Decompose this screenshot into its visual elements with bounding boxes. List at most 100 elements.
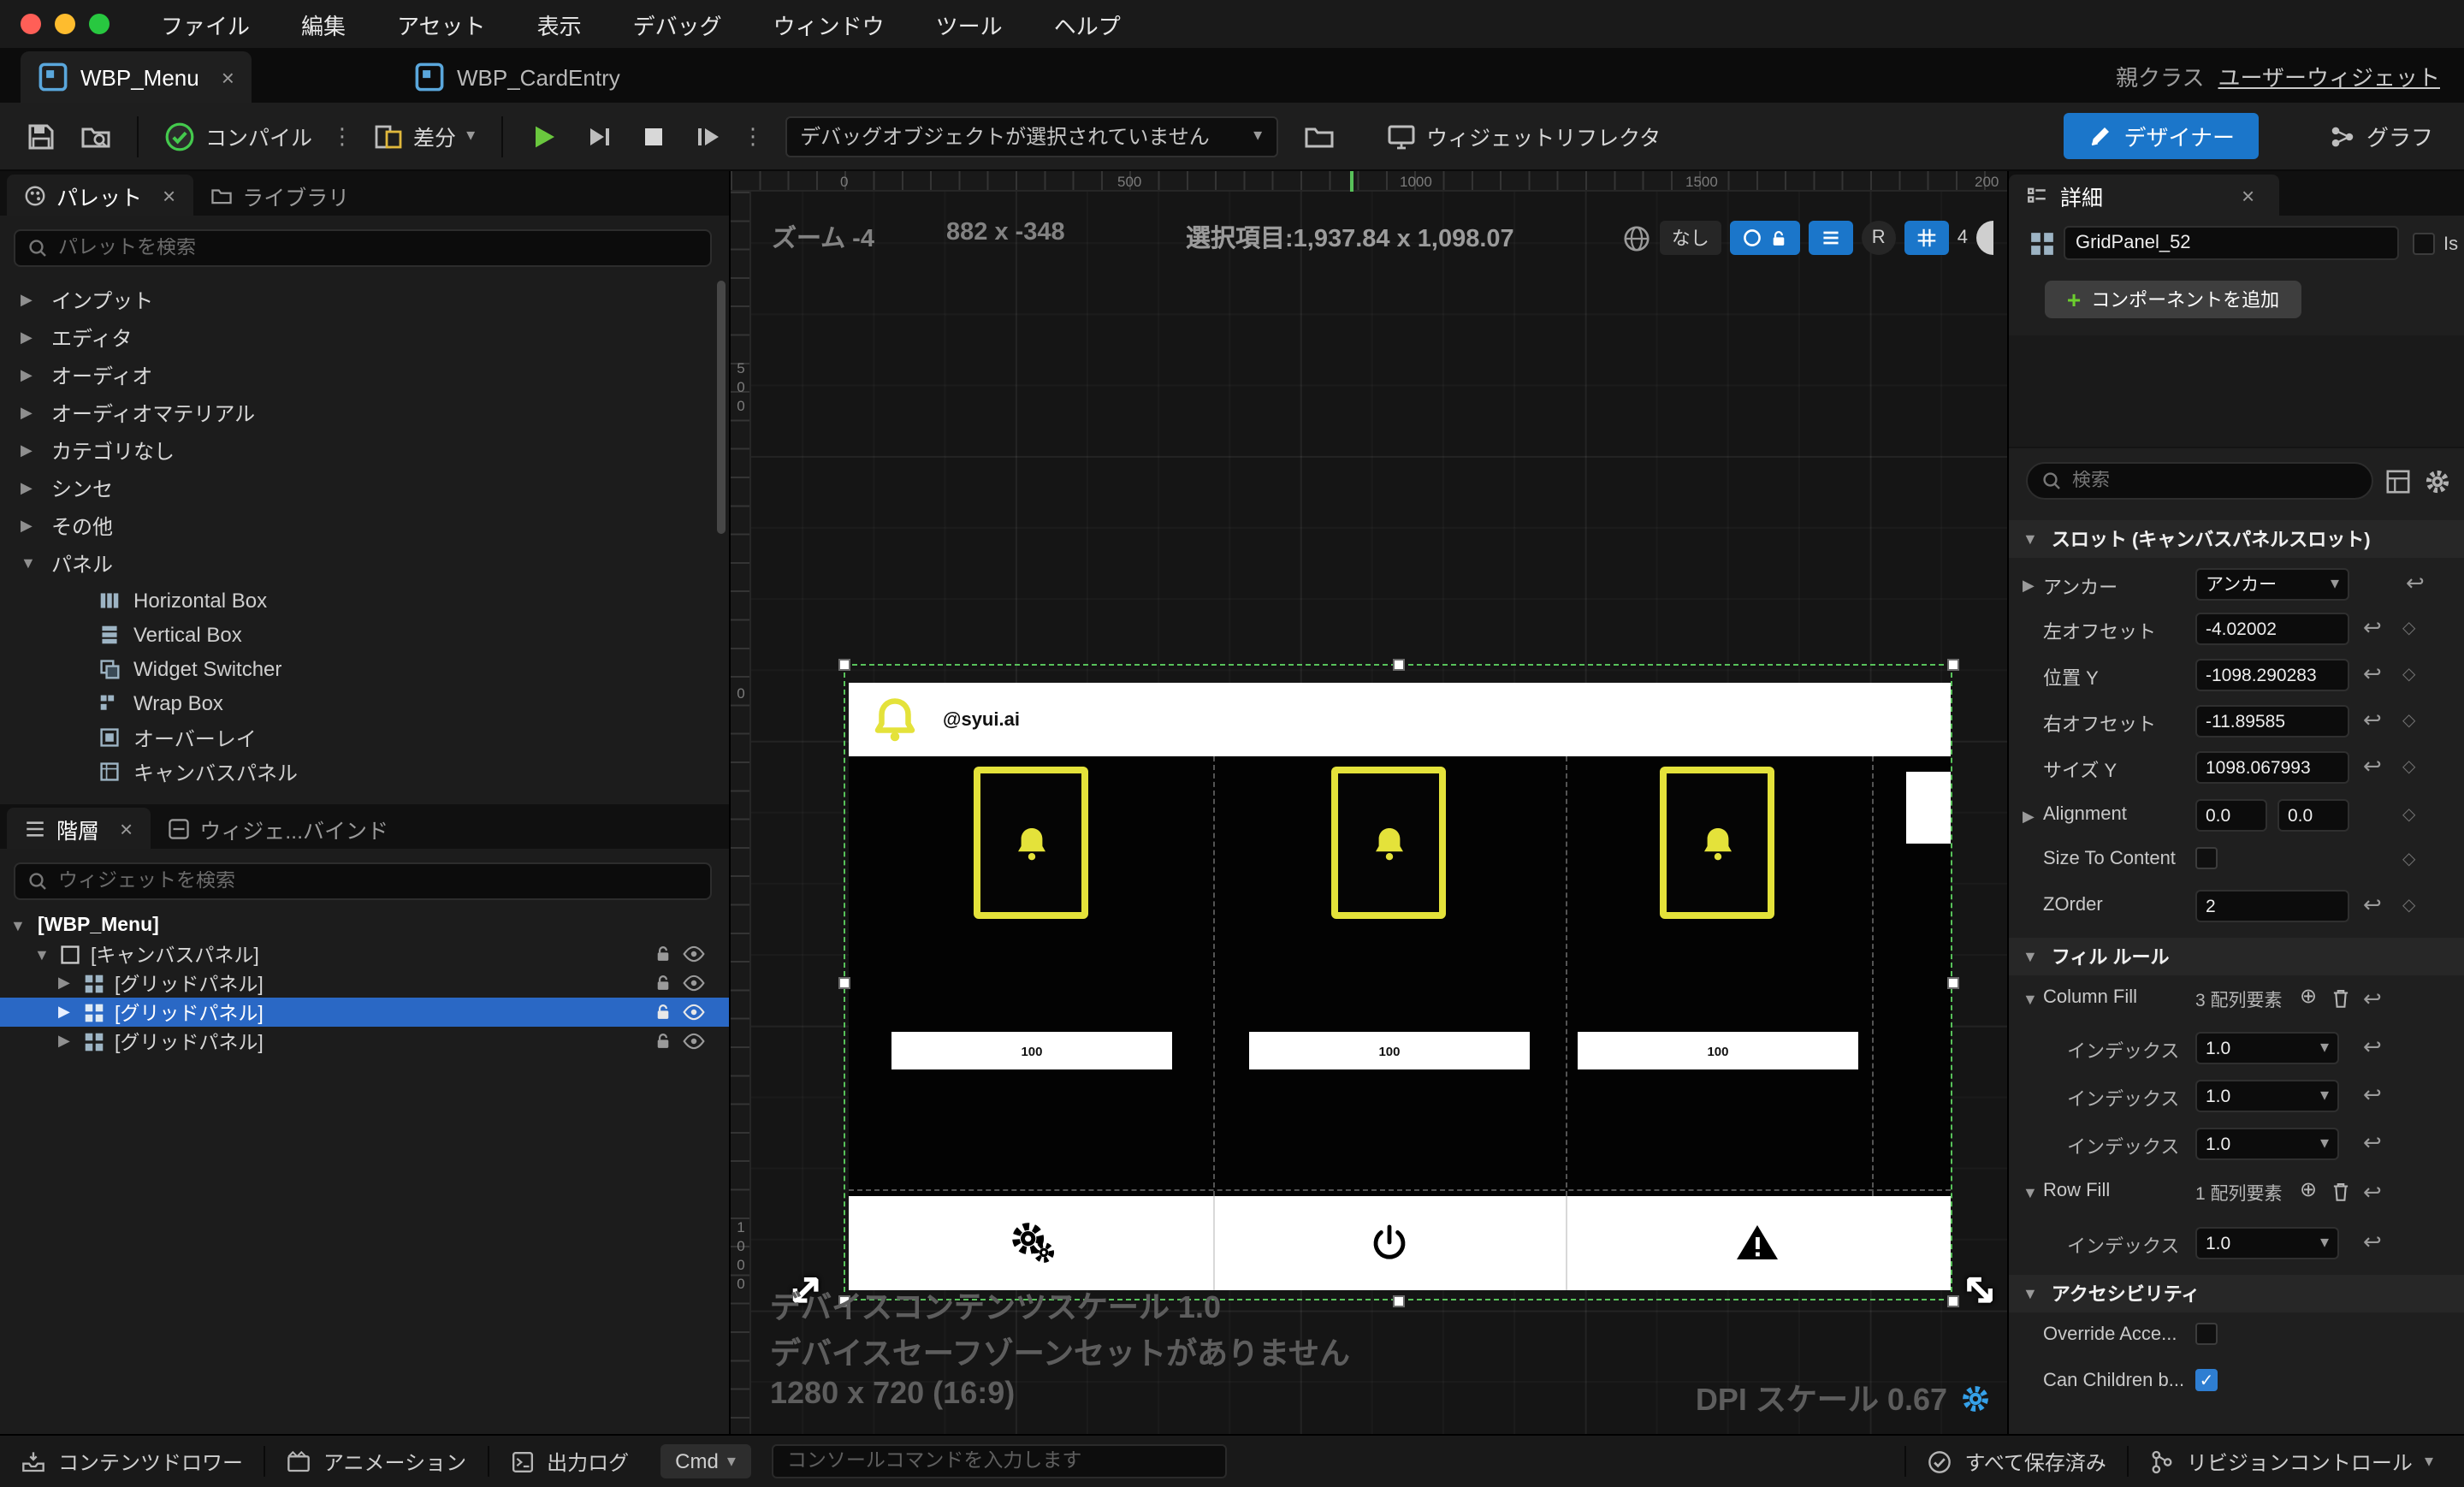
- palette-scrollbar[interactable]: [717, 281, 726, 534]
- console-command-input[interactable]: [787, 1451, 1211, 1472]
- card-item[interactable]: [1331, 767, 1446, 919]
- eye-icon[interactable]: [683, 1003, 705, 1022]
- palette-search[interactable]: [14, 229, 712, 267]
- palette-category-panel[interactable]: ▼パネル: [0, 544, 729, 582]
- eye-icon[interactable]: [683, 945, 705, 963]
- expand-arrow-icon[interactable]: ▶: [21, 441, 38, 459]
- details-search-input[interactable]: [2072, 471, 2358, 491]
- browse-content-button[interactable]: [68, 112, 123, 160]
- expand-arrow-icon[interactable]: ▶: [58, 974, 75, 992]
- trash-icon[interactable]: [2331, 987, 2351, 1010]
- eye-icon[interactable]: [683, 1032, 705, 1051]
- palette-item-widget-switcher[interactable]: Widget Switcher: [0, 652, 729, 686]
- zorder-field[interactable]: 2: [2195, 890, 2349, 922]
- details-search[interactable]: [2026, 462, 2373, 500]
- bind-diamond-icon[interactable]: ◇: [2402, 806, 2415, 825]
- section-accessibility[interactable]: ▼アクセシビリティ: [2009, 1275, 2464, 1312]
- bind-diamond-icon[interactable]: ◇: [2402, 666, 2415, 684]
- hierarchy-row-root[interactable]: ▼ [WBP_Menu]: [0, 910, 729, 939]
- add-element-icon[interactable]: ⊕: [2300, 984, 2317, 1008]
- tab-wbp-cardentry[interactable]: WBP_CardEntry: [397, 51, 637, 103]
- alignment-x-field[interactable]: 0.0: [2195, 799, 2267, 832]
- lock-icon[interactable]: [654, 1032, 672, 1051]
- expand-arrow-icon[interactable]: ▶: [58, 1003, 75, 1022]
- window-close-light[interactable]: [21, 14, 41, 34]
- size-to-content-checkbox[interactable]: [2195, 847, 2218, 869]
- console-type-dropdown[interactable]: Cmd ▾: [660, 1444, 751, 1478]
- stop-button[interactable]: [625, 112, 680, 160]
- selected-grid-panel-widget[interactable]: @syui.ai 100 100 100: [844, 664, 1952, 1300]
- close-icon[interactable]: ×: [2242, 182, 2254, 208]
- hierarchy-search-input[interactable]: [58, 871, 698, 892]
- index-dropdown[interactable]: 1.0▾: [2195, 1032, 2339, 1064]
- tab-palette[interactable]: パレット ×: [7, 175, 192, 216]
- menu-tools[interactable]: ツール: [936, 8, 1003, 40]
- collapse-arrow-icon[interactable]: ▼: [2023, 948, 2038, 965]
- palette-item-wrap-box[interactable]: Wrap Box: [0, 686, 729, 720]
- eye-icon[interactable]: [683, 974, 705, 992]
- reset-icon[interactable]: ↩: [2363, 1034, 2382, 1061]
- palette-category-editor[interactable]: ▶エディタ: [0, 318, 729, 356]
- output-log-button[interactable]: 出力ログ: [489, 1436, 649, 1487]
- reset-icon[interactable]: ↩: [2363, 892, 2382, 919]
- resize-handle-n[interactable]: [1393, 659, 1405, 671]
- palette-category-other[interactable]: ▶その他: [0, 507, 729, 544]
- expand-arrow-icon[interactable]: ▶: [2023, 577, 2035, 595]
- reset-icon[interactable]: ↩: [2363, 661, 2382, 688]
- warning-icon[interactable]: [1735, 1222, 1780, 1263]
- is-variable-checkbox[interactable]: [2413, 233, 2435, 255]
- bind-diamond-icon[interactable]: ◇: [2402, 712, 2415, 731]
- expand-arrow-icon[interactable]: ▶: [21, 328, 38, 347]
- bind-diamond-icon[interactable]: ◇: [2402, 619, 2415, 638]
- aspect-lock-button[interactable]: [1730, 221, 1800, 255]
- reset-icon[interactable]: ↩: [2363, 1179, 2382, 1206]
- left-offset-field[interactable]: -4.02002: [2195, 613, 2349, 645]
- tab-hierarchy[interactable]: 階層 ×: [7, 808, 150, 849]
- respect-locks-button[interactable]: R: [1862, 221, 1896, 255]
- reset-icon[interactable]: ↩: [2363, 1129, 2382, 1157]
- card-item[interactable]: [974, 767, 1088, 919]
- designer-mode-button[interactable]: デザイナー: [2064, 113, 2260, 159]
- hierarchy-search[interactable]: [14, 862, 712, 900]
- tab-details[interactable]: 詳細 ×: [2009, 175, 2279, 216]
- sidebar-tab-handle[interactable]: [1976, 221, 1993, 255]
- tab-wbp-menu[interactable]: WBP_Menu ×: [21, 51, 252, 103]
- lock-icon[interactable]: [654, 974, 672, 992]
- index-dropdown[interactable]: 1.0▾: [2195, 1128, 2339, 1160]
- collapse-arrow-icon[interactable]: ▼: [2023, 1285, 2038, 1302]
- reset-icon[interactable]: ↩: [2363, 1229, 2382, 1256]
- alignment-y-field[interactable]: 0.0: [2277, 799, 2349, 832]
- resize-handle-w[interactable]: [838, 977, 850, 989]
- play-options-icon[interactable]: ⋮: [735, 122, 771, 150]
- section-fill-rules[interactable]: ▼フィル ルール: [2009, 938, 2464, 975]
- designer-viewport[interactable]: 0 500 1000 1500 200 500 0 1000 ズーム -4 88…: [731, 171, 2007, 1434]
- menu-edit[interactable]: 編集: [301, 8, 346, 40]
- palette-category-uncategorized[interactable]: ▶カテゴリなし: [0, 431, 729, 469]
- bind-diamond-icon[interactable]: ◇: [2402, 897, 2415, 915]
- palette-category-audio-material[interactable]: ▶オーディオマテリアル: [0, 394, 729, 431]
- settings-gears-icon[interactable]: [1010, 1220, 1054, 1265]
- palette-category-synth[interactable]: ▶シンセ: [0, 469, 729, 507]
- source-control-saved-button[interactable]: すべて保存済み: [1907, 1436, 2127, 1487]
- menu-help[interactable]: ヘルプ: [1054, 8, 1121, 40]
- window-minimize-light[interactable]: [55, 14, 75, 34]
- collapse-arrow-icon[interactable]: ▼: [21, 554, 38, 572]
- menu-file[interactable]: ファイル: [161, 8, 250, 40]
- compile-options-icon[interactable]: ⋮: [324, 122, 360, 150]
- settings-gear-icon[interactable]: [2425, 469, 2450, 495]
- outline-mode-button[interactable]: [1809, 221, 1853, 255]
- bind-diamond-icon[interactable]: ◇: [2402, 850, 2415, 869]
- expand-arrow-icon[interactable]: ▶: [21, 365, 38, 384]
- console-command-box[interactable]: [772, 1444, 1227, 1478]
- dpi-settings-gear-icon[interactable]: [1961, 1383, 1990, 1413]
- graph-mode-button[interactable]: グラフ: [2329, 113, 2433, 159]
- hierarchy-row-grid-panel-1[interactable]: ▶ [グリッドパネル]: [0, 969, 729, 998]
- override-accessible-checkbox[interactable]: [2195, 1323, 2218, 1345]
- expand-arrow-icon[interactable]: ▶: [58, 1032, 75, 1051]
- bind-diamond-icon[interactable]: ◇: [2402, 758, 2415, 777]
- palette-item-horizontal-box[interactable]: Horizontal Box: [0, 584, 729, 618]
- card-item[interactable]: [1660, 767, 1774, 919]
- expand-arrow-icon[interactable]: ▶: [21, 403, 38, 422]
- collapse-arrow-icon[interactable]: ▼: [2023, 530, 2038, 548]
- palette-item-overlay[interactable]: オーバーレイ: [0, 720, 729, 755]
